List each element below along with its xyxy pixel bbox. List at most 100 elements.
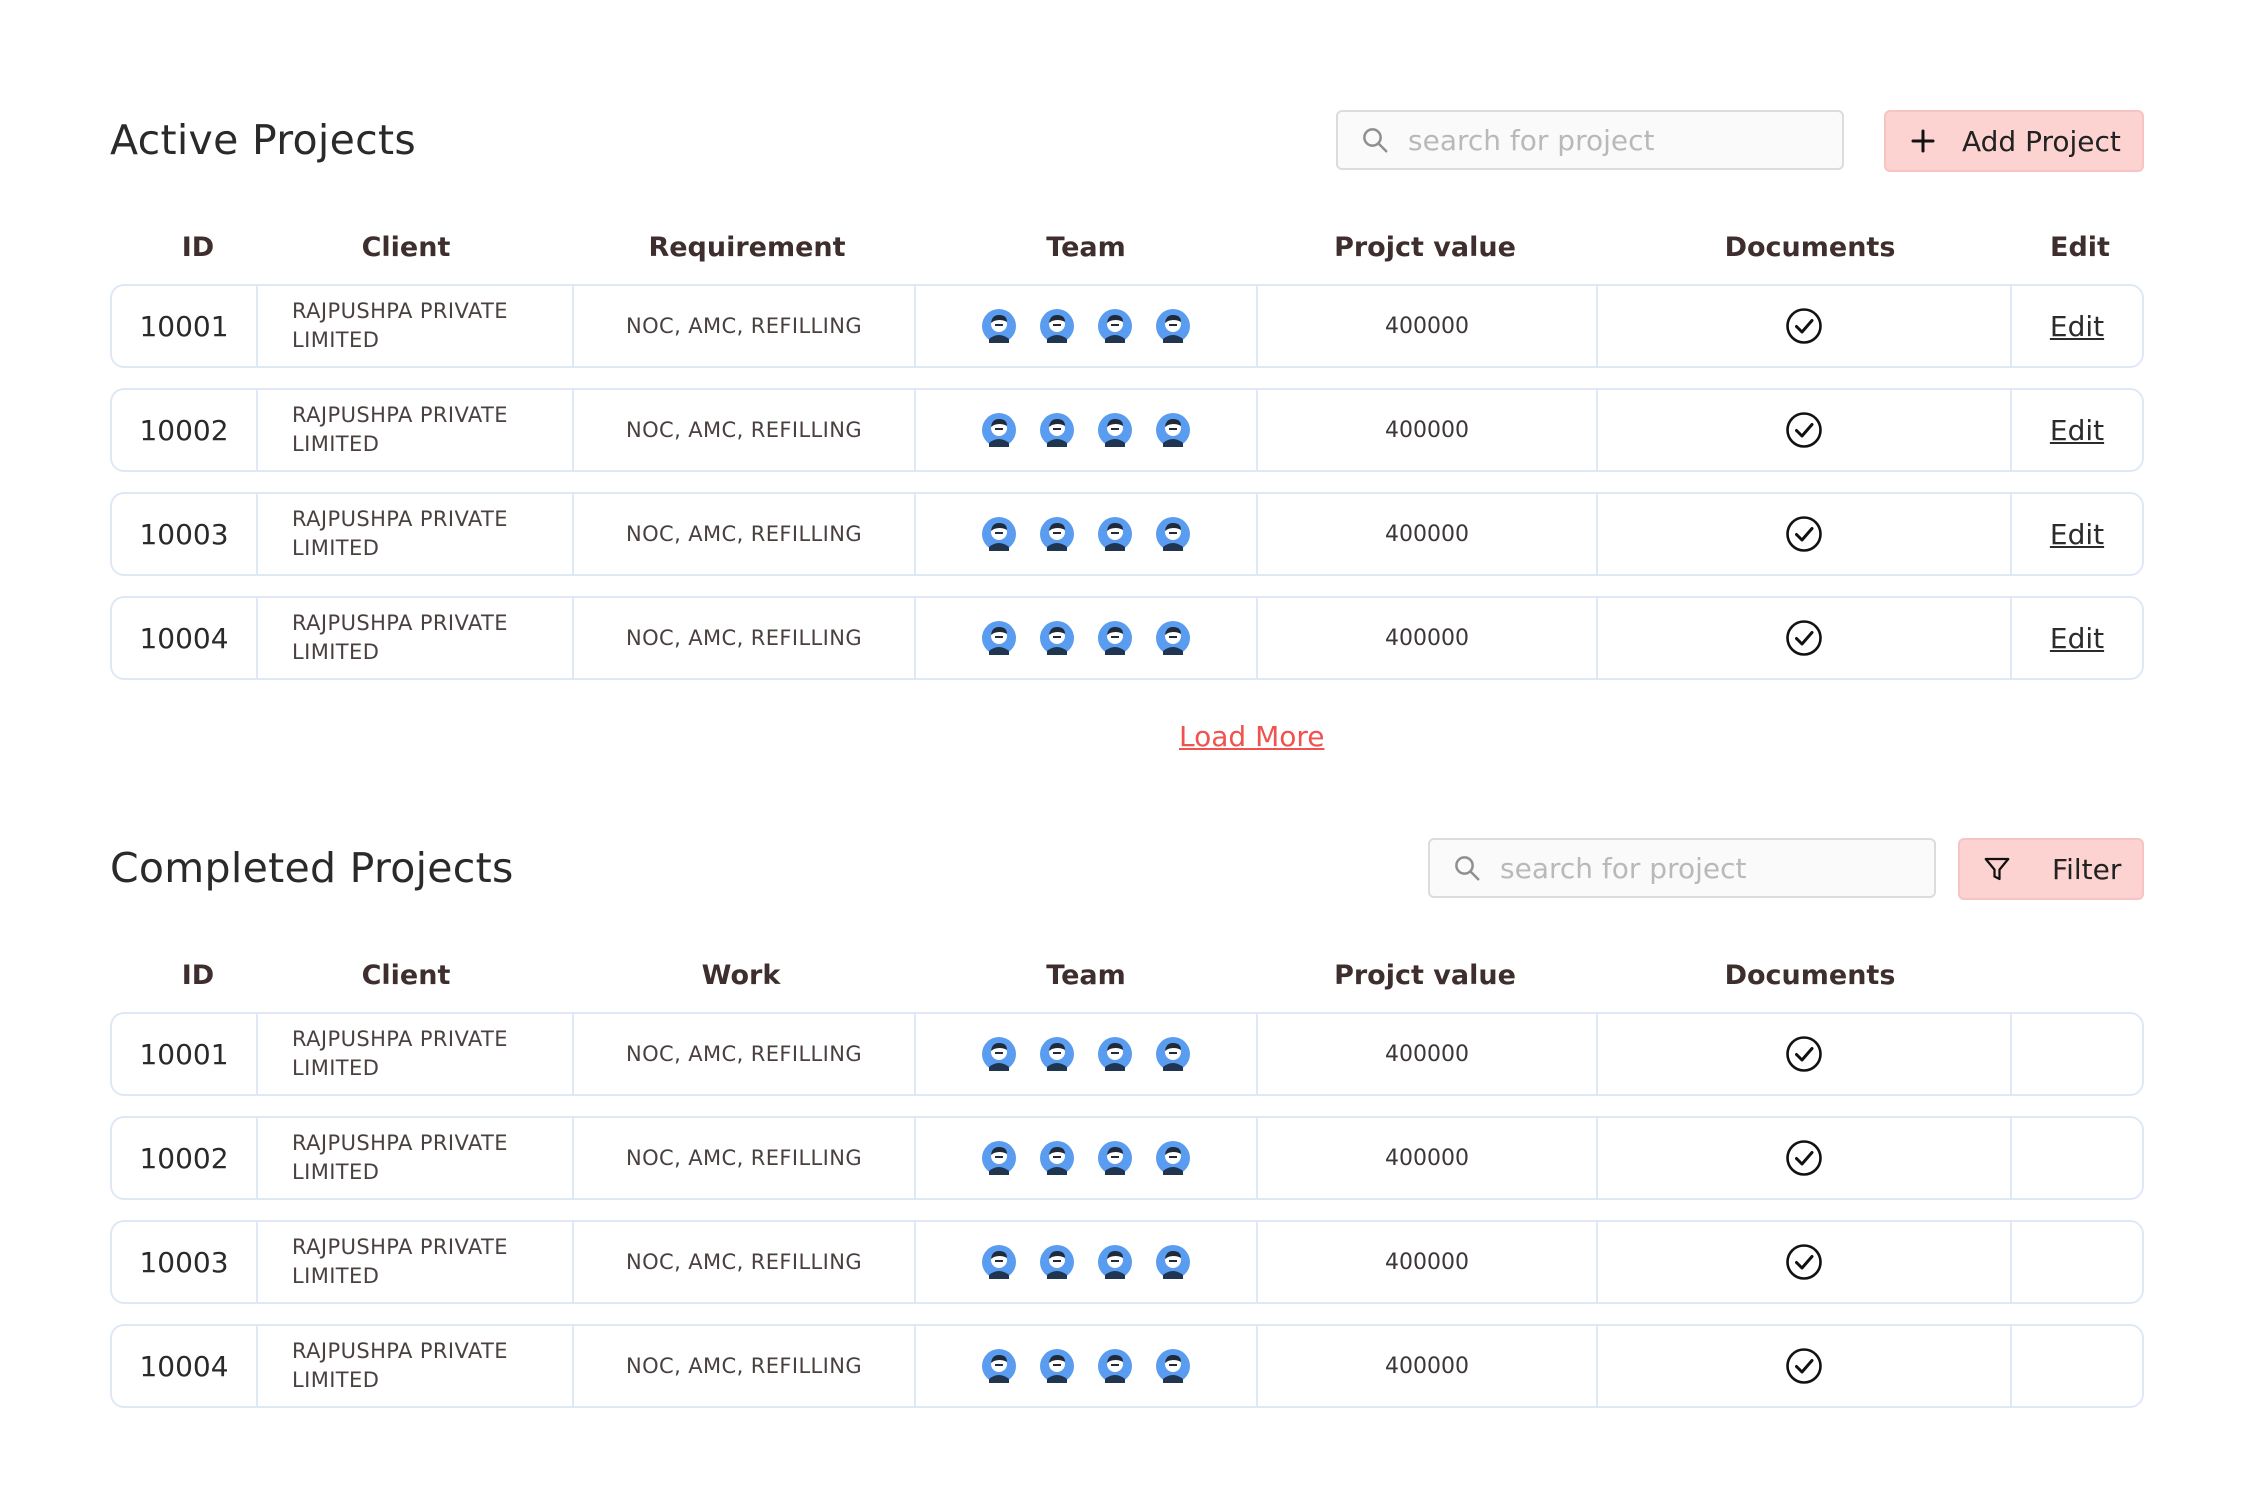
row-value: 400000	[1258, 390, 1598, 470]
row-client-cell: RAJPUSHPA PRIVATE LIMITED	[258, 286, 574, 366]
column-header-work: Work	[701, 960, 781, 991]
row-client-cell: RAJPUSHPA PRIVATE LIMITED	[258, 494, 574, 574]
row-documents[interactable]	[1598, 1014, 2012, 1094]
avatar-icon	[1098, 1037, 1132, 1071]
avatar-icon	[1156, 1245, 1190, 1279]
table-row: 10001 RAJPUSHPA PRIVATE LIMITED NOC, AMC, …	[110, 1012, 2144, 1096]
avatar-icon	[982, 1245, 1016, 1279]
column-header-documents: Documents	[1724, 232, 1896, 263]
avatar-icon	[1098, 1141, 1132, 1175]
check-circle-icon	[1786, 308, 1822, 344]
avatar-icon	[982, 621, 1016, 655]
table-row: 10004 RAJPUSHPA PRIVATE LIMITED NOC, AMC, …	[110, 1324, 2144, 1408]
row-work: NOC, AMC, REFILLING	[574, 1118, 916, 1198]
row-documents[interactable]	[1598, 598, 2012, 678]
row-work: NOC, AMC, REFILLING	[574, 1222, 916, 1302]
avatar-icon	[1098, 1349, 1132, 1383]
row-edit-cell	[2012, 1118, 2142, 1198]
completed-search-box[interactable]	[1428, 838, 1936, 898]
edit-link[interactable]: Edit	[2050, 414, 2104, 447]
search-input[interactable]	[1500, 851, 1900, 885]
row-client-cell: RAJPUSHPA PRIVATE LIMITED	[258, 1222, 574, 1302]
avatar-icon	[1156, 413, 1190, 447]
row-requirement: NOC, AMC, REFILLING	[574, 598, 916, 678]
avatar-icon	[1156, 1141, 1190, 1175]
check-circle-icon	[1786, 1348, 1822, 1384]
avatar-icon	[982, 1349, 1016, 1383]
plus-icon	[1911, 129, 1935, 153]
filter-icon	[1984, 857, 2010, 881]
row-value: 400000	[1258, 1014, 1598, 1094]
column-header-documents: Documents	[1724, 960, 1896, 991]
row-id: 10001	[112, 286, 258, 366]
row-value: 400000	[1258, 494, 1598, 574]
load-more-link[interactable]: Load More	[1179, 720, 1324, 753]
row-documents[interactable]	[1598, 494, 2012, 574]
check-circle-icon	[1786, 1244, 1822, 1280]
avatar-icon	[1156, 309, 1190, 343]
row-id: 10004	[112, 598, 258, 678]
avatar-icon	[1098, 1245, 1132, 1279]
row-documents[interactable]	[1598, 1326, 2012, 1406]
row-client-cell: RAJPUSHPA PRIVATE LIMITED	[258, 1118, 574, 1198]
row-documents[interactable]	[1598, 390, 2012, 470]
row-id: 10002	[112, 1118, 258, 1198]
row-documents[interactable]	[1598, 286, 2012, 366]
active-search-box[interactable]	[1336, 110, 1844, 170]
row-client: RAJPUSHPA PRIVATE LIMITED	[292, 507, 508, 560]
row-edit-cell: Edit	[2012, 598, 2142, 678]
row-id: 10004	[112, 1326, 258, 1406]
row-documents[interactable]	[1598, 1118, 2012, 1198]
check-circle-icon	[1786, 412, 1822, 448]
table-row: 10004 RAJPUSHPA PRIVATE LIMITED NOC, AMC, …	[110, 596, 2144, 680]
row-id: 10003	[112, 494, 258, 574]
row-work: NOC, AMC, REFILLING	[574, 1326, 916, 1406]
search-input[interactable]	[1408, 123, 1808, 157]
row-team	[916, 494, 1258, 574]
row-team	[916, 1014, 1258, 1094]
edit-link[interactable]: Edit	[2050, 310, 2104, 343]
column-header-value: Projct value	[1334, 960, 1516, 991]
column-header-client: Client	[361, 960, 451, 991]
column-header-value: Projct value	[1334, 232, 1516, 263]
row-team	[916, 598, 1258, 678]
row-team	[916, 1222, 1258, 1302]
row-value: 400000	[1258, 286, 1598, 366]
row-client: RAJPUSHPA PRIVATE LIMITED	[292, 403, 508, 456]
table-header: ID Client Work Team Projct value Documen…	[110, 956, 2144, 996]
avatar-icon	[982, 517, 1016, 551]
add-project-button[interactable]: Add Project	[1884, 110, 2144, 172]
row-client: RAJPUSHPA PRIVATE LIMITED	[292, 1027, 508, 1080]
avatar-icon	[1098, 309, 1132, 343]
row-edit-cell: Edit	[2012, 286, 2142, 366]
row-documents[interactable]	[1598, 1222, 2012, 1302]
column-header-requirement: Requirement	[648, 232, 846, 263]
table-row: 10002 RAJPUSHPA PRIVATE LIMITED NOC, AMC, …	[110, 1116, 2144, 1200]
row-team	[916, 1118, 1258, 1198]
avatar-icon	[1040, 1141, 1074, 1175]
row-edit-cell: Edit	[2012, 390, 2142, 470]
avatar-icon	[1098, 517, 1132, 551]
column-header-team: Team	[1046, 960, 1126, 991]
filter-button[interactable]: Filter	[1958, 838, 2144, 900]
row-value: 400000	[1258, 1326, 1598, 1406]
row-client-cell: RAJPUSHPA PRIVATE LIMITED	[258, 1014, 574, 1094]
avatar-icon	[1040, 413, 1074, 447]
avatar-icon	[982, 309, 1016, 343]
row-client-cell: RAJPUSHPA PRIVATE LIMITED	[258, 1326, 574, 1406]
table-row: 10003 RAJPUSHPA PRIVATE LIMITED NOC, AMC, …	[110, 1220, 2144, 1304]
row-value: 400000	[1258, 1118, 1598, 1198]
row-client-cell: RAJPUSHPA PRIVATE LIMITED	[258, 598, 574, 678]
edit-link[interactable]: Edit	[2050, 622, 2104, 655]
avatar-icon	[982, 1037, 1016, 1071]
edit-link[interactable]: Edit	[2050, 518, 2104, 551]
row-edit-cell: Edit	[2012, 494, 2142, 574]
avatar-icon	[982, 1141, 1016, 1175]
avatar-icon	[1156, 1349, 1190, 1383]
avatar-icon	[1040, 1245, 1074, 1279]
row-client-cell: RAJPUSHPA PRIVATE LIMITED	[258, 390, 574, 470]
table-row: 10001 RAJPUSHPA PRIVATE LIMITED NOC, AMC, …	[110, 284, 2144, 368]
column-header-edit: Edit	[2050, 232, 2110, 263]
avatar-icon	[1156, 517, 1190, 551]
avatar-icon	[1040, 621, 1074, 655]
